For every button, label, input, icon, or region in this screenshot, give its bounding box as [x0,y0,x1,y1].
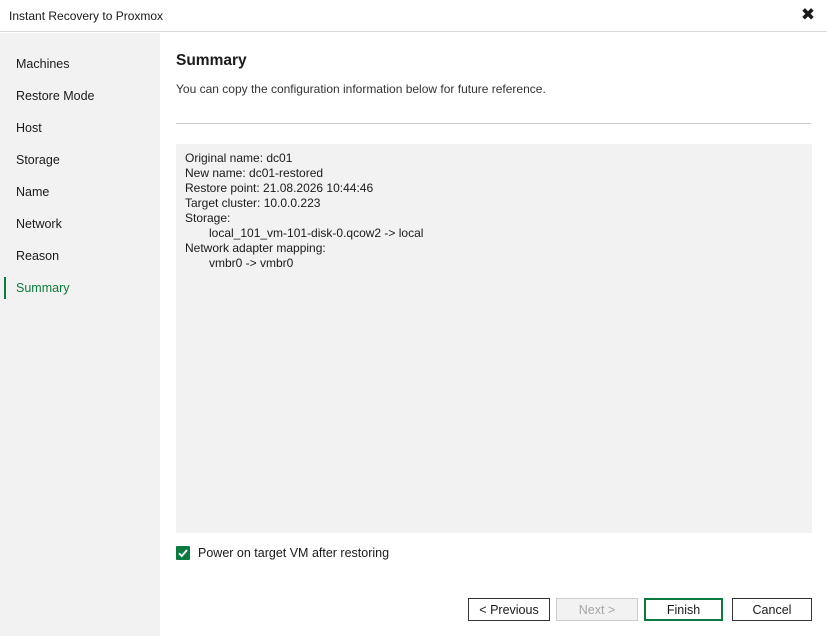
power-on-label: Power on target VM after restoring [198,546,390,560]
summary-line-restore-point: Restore point: 21.08.2026 10:44:46 [185,181,374,195]
power-on-checkbox[interactable] [176,546,190,560]
main-panel: Summary You can copy the configuration i… [160,33,827,636]
summary-line-original-name: Original name: dc01 [185,151,293,165]
summary-line-network-mapping: Network adapter mapping: [185,241,326,255]
step-machines[interactable]: Machines [0,52,160,76]
summary-line-target-cluster: Target cluster: 10.0.0.223 [185,196,321,210]
step-reason[interactable]: Reason [0,244,160,268]
step-name[interactable]: Name [0,180,160,204]
summary-line-network-adapter: vmbr0 -> vmbr0 [209,256,294,270]
title-bar: Instant Recovery to Proxmox ✖ [0,0,827,32]
page-subtitle: You can copy the configuration informati… [176,82,546,96]
summary-line-storage: Storage: [185,211,231,225]
finish-button[interactable]: Finish [644,598,723,621]
wizard-step-sidebar: Machines Restore Mode Host Storage Name … [0,33,160,636]
step-restore-mode[interactable]: Restore Mode [0,84,160,108]
next-button[interactable]: Next > [556,598,638,621]
summary-line-storage-mapping: local_101_vm-101-disk-0.qcow2 -> local [209,226,424,240]
step-storage[interactable]: Storage [0,148,160,172]
summary-line-new-name: New name: dc01-restored [185,166,324,180]
step-host[interactable]: Host [0,116,160,140]
page-title: Summary [176,52,247,69]
window-title: Instant Recovery to Proxmox [9,9,164,23]
summary-text-area[interactable]: Original name: dc01 New name: dc01-resto… [176,144,812,533]
cancel-button[interactable]: Cancel [732,598,812,621]
close-icon[interactable]: ✖ [797,4,819,26]
step-network[interactable]: Network [0,212,160,236]
step-summary[interactable]: Summary [0,276,160,300]
previous-button[interactable]: < Previous [468,598,550,621]
checkmark-icon [178,549,188,558]
header-divider [176,123,811,124]
